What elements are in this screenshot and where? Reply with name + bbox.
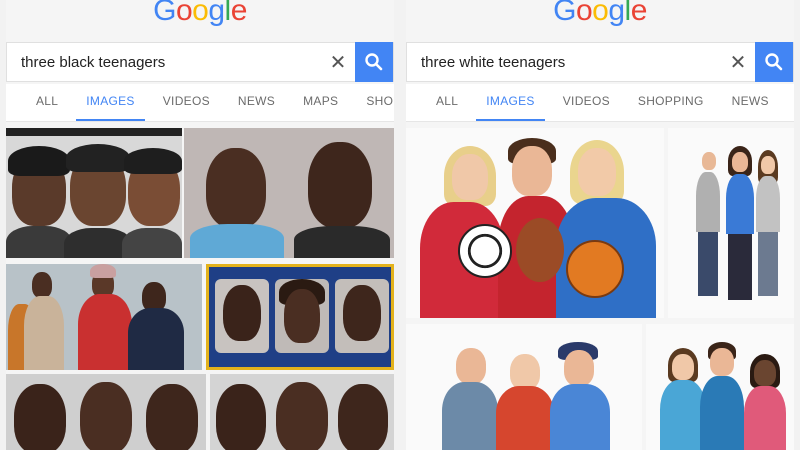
search-bar: ✕	[406, 42, 794, 82]
search-button[interactable]	[355, 42, 393, 82]
tab-all[interactable]: ALL	[422, 84, 472, 121]
search-input[interactable]	[407, 43, 721, 81]
google-logo[interactable]: Google	[406, 0, 794, 28]
right-search-pane: Google ✕ ALL IMAGES VIDEOS SHOPPING NEWS…	[406, 0, 794, 450]
image-result[interactable]	[210, 374, 394, 450]
tab-maps[interactable]: MAPS	[289, 84, 352, 121]
tab-shopping[interactable]: SHOP	[352, 84, 394, 121]
search-tabs: ALL IMAGES VIDEOS SHOPPING NEWS M	[406, 84, 794, 122]
search-button[interactable]	[755, 42, 793, 82]
image-result[interactable]	[6, 374, 206, 450]
close-icon[interactable]: ✕	[721, 43, 755, 81]
tab-shopping[interactable]: SHOPPING	[624, 84, 718, 121]
search-input[interactable]	[7, 43, 321, 81]
image-result[interactable]	[668, 128, 794, 318]
search-tabs: ALL IMAGES VIDEOS NEWS MAPS SHOP	[6, 84, 394, 122]
comparison-screenshot: Google ✕ ALL IMAGES VIDEOS NEWS MAPS SHO…	[0, 0, 800, 450]
image-result[interactable]	[406, 128, 664, 318]
tab-all[interactable]: ALL	[22, 84, 72, 121]
tab-images[interactable]: IMAGES	[472, 84, 548, 121]
image-result[interactable]	[646, 324, 794, 450]
image-results-grid	[6, 128, 394, 450]
image-result[interactable]	[406, 324, 642, 450]
image-result[interactable]	[206, 264, 394, 370]
search-icon	[765, 53, 783, 71]
image-result[interactable]	[184, 128, 394, 258]
search-bar: ✕	[6, 42, 394, 82]
close-icon[interactable]: ✕	[321, 43, 355, 81]
tab-more[interactable]: M	[783, 84, 794, 121]
tab-videos[interactable]: VIDEOS	[149, 84, 224, 121]
search-icon	[365, 53, 383, 71]
tab-news[interactable]: NEWS	[224, 84, 289, 121]
google-logo[interactable]: Google	[6, 0, 394, 28]
tab-videos[interactable]: VIDEOS	[549, 84, 624, 121]
image-results-grid	[406, 128, 794, 450]
image-result[interactable]	[6, 264, 202, 370]
tab-images[interactable]: IMAGES	[72, 84, 148, 121]
left-search-pane: Google ✕ ALL IMAGES VIDEOS NEWS MAPS SHO…	[6, 0, 394, 450]
image-result[interactable]	[6, 128, 182, 258]
tab-news[interactable]: NEWS	[718, 84, 783, 121]
